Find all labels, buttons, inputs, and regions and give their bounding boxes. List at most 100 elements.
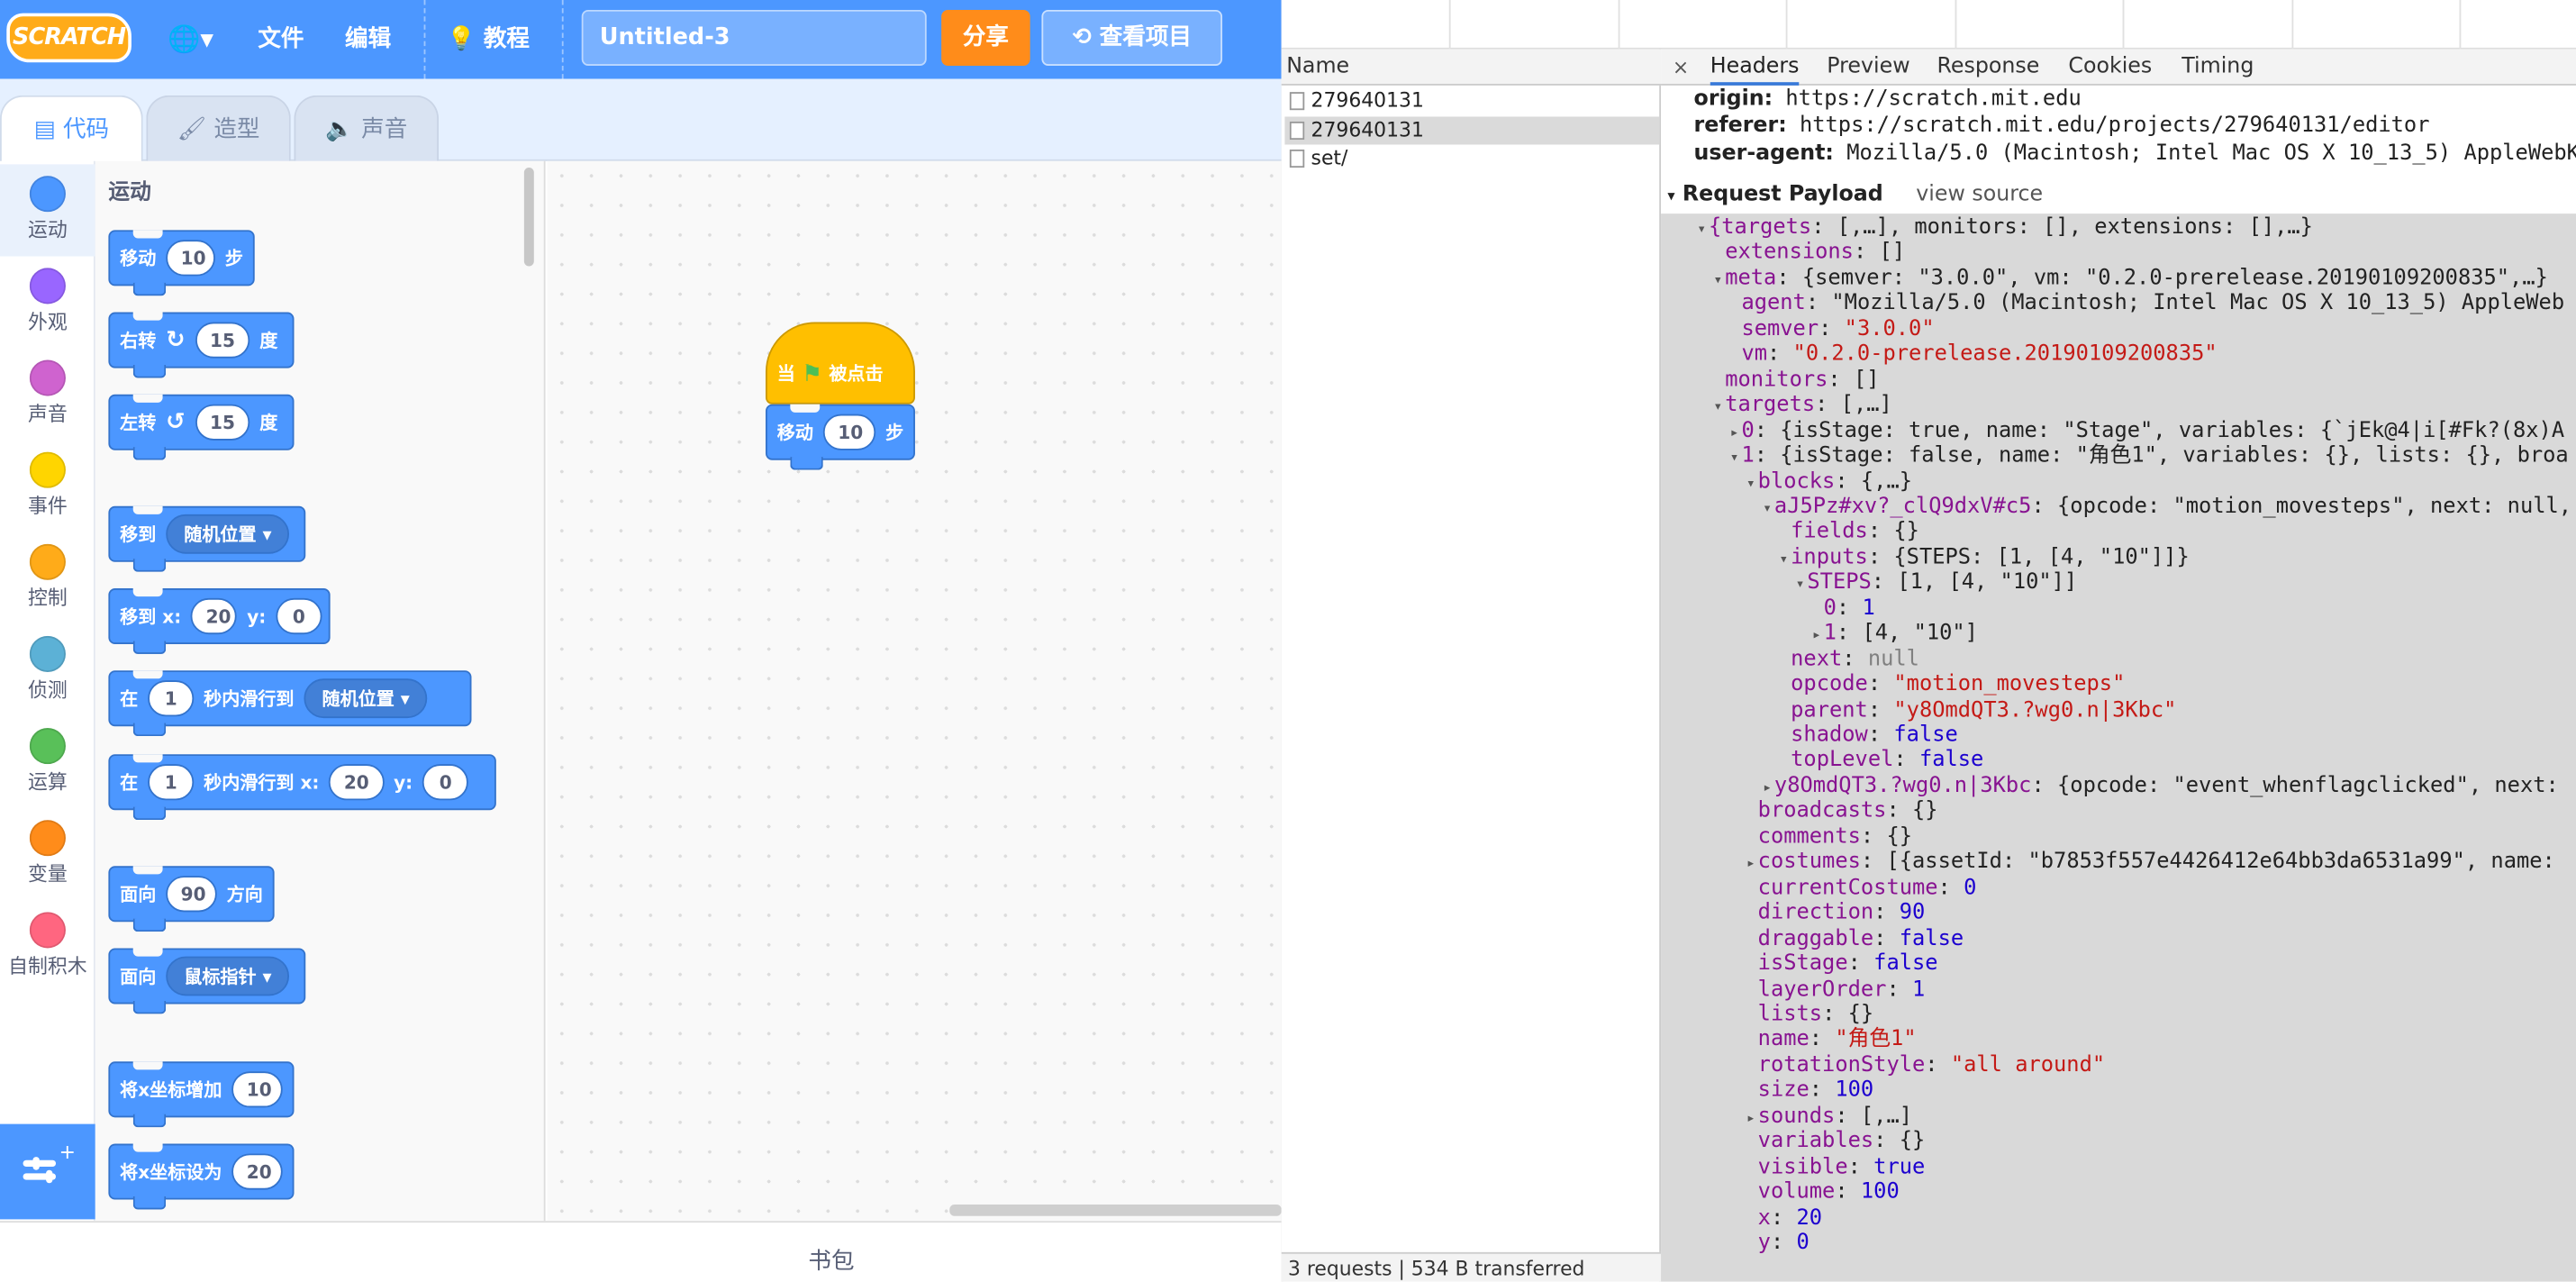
block-text: 当 [776,363,795,385]
tab-costumes[interactable]: 🖌 造型 [146,95,291,161]
category-0[interactable]: 运动 [0,164,95,257]
category-7[interactable]: 变量 [0,808,95,900]
block-set-x[interactable]: 将x坐标设为 20 [108,1143,295,1210]
go-to-target-dropdown[interactable]: 随机位置 ▾ [166,514,290,554]
payload-line[interactable]: ▸ 1: [4, "10"] [1812,622,1978,650]
payload-value: false [1918,748,1984,774]
request-row[interactable]: 279640131 [1284,115,1660,144]
tab-sounds[interactable]: 🔈 声音 [294,95,440,161]
payload-line: opcode: "motion_movesteps" [1779,672,2125,697]
point-towards-dropdown[interactable]: 鼠标指针 ▾ [166,956,290,996]
script-move-steps-block[interactable]: 移动 10 步 [765,404,915,470]
payload-line[interactable]: ▾ blocks: {,…} [1746,469,1912,498]
tutorial-menu[interactable]: 💡 教程 [447,23,530,56]
category-3[interactable]: 事件 [0,441,95,532]
payload-line[interactable]: ▸ costumes: [{assetId: "b7853f557e4426412… [1746,850,2555,878]
category-4[interactable]: 控制 [0,532,95,624]
request-name: 279640131 [1311,117,1424,141]
payload-key: opcode [1791,672,1868,697]
steps-input[interactable]: 10 [166,240,215,277]
category-6[interactable]: 运算 [0,716,95,808]
category-5[interactable]: 侦测 [0,624,95,716]
payload-line[interactable]: ▾ meta: {semver: "3.0.0", vm: "0.2.0-prer… [1713,266,2547,295]
category-8[interactable]: 自制积木 [0,901,95,993]
payload-text: vm: "0.2.0-prerelease.20190109200835" [1741,341,2218,368]
payload-line[interactable]: ▾ 1: {isStage: false, name: "角色1", variab… [1730,444,2569,473]
degrees-input[interactable]: 15 [195,322,250,359]
header-value: https://scratch.mit.edu [1785,86,2082,113]
name-column-header[interactable]: Name [1281,49,1662,86]
block-change-x[interactable]: 将x坐标增加 10 [108,1061,295,1128]
y-input[interactable]: 0 [276,597,322,635]
tab-code[interactable]: ▤ 代码 [0,95,143,163]
detail-tab-cookies[interactable]: Cookies [2068,50,2152,86]
payload-value: {isStage: false, name: "角色1", variables:… [1780,443,2569,468]
change-x-input[interactable]: 10 [231,1071,283,1108]
payload-line[interactable]: ▾ STEPS: [1, [4, "10"]] [1796,570,2078,599]
glide-target-dropdown[interactable]: 随机位置 ▾ [304,678,428,719]
see-project-page-button[interactable]: ⟲ 查看项目 [1041,9,1223,66]
script-workspace[interactable] [547,160,1282,1222]
payload-text: STEPS: [1, [4, "10"]] [1807,570,2078,596]
block-go-to[interactable]: 移到 随机位置 ▾ [108,505,306,572]
category-color-dot [29,635,66,673]
category-1[interactable]: 外观 [0,257,95,349]
request-row[interactable]: set/ [1284,145,1659,173]
request-row[interactable]: 279640131 [1284,87,1659,115]
steps-input[interactable]: 10 [822,414,876,450]
payload-line[interactable]: ▸ sounds: [,…] [1746,1104,1912,1132]
block-point-in-direction[interactable]: 面向 90 方向 [108,866,275,932]
y-input[interactable]: 0 [422,764,469,801]
category-color-dot [29,359,66,396]
close-detail-icon[interactable]: × [1673,50,1689,86]
view-source-link[interactable]: view source [1916,182,2043,206]
set-x-input[interactable]: 20 [231,1153,283,1190]
when-flag-clicked-block[interactable]: 当 ⚑ 被点击 [765,322,915,405]
block-go-to-xy[interactable]: 移到 x: 20 y: 0 [108,587,331,654]
payload-key: broadcasts [1757,799,1887,824]
backpack-label[interactable]: 书包 [808,1244,854,1277]
payload-value: {} [1886,824,1913,850]
payload-text: blocks: {,…} [1757,468,1913,495]
category-label: 外观 [27,310,68,334]
seconds-input[interactable]: 1 [148,680,195,717]
block-glide-to[interactable]: 在 1 秒内滑行到 随机位置 ▾ [108,670,472,737]
detail-tab-preview[interactable]: Preview [1827,50,1909,86]
file-menu[interactable]: 文件 [258,23,304,56]
payload-text: next: null [1791,647,1919,672]
expanded-triangle-icon: ▾ [1697,222,1707,239]
x-input[interactable]: 20 [191,597,238,635]
payload-key: 0 [1823,596,1837,622]
block-turn-right[interactable]: 右转 ↻ 15 度 [108,312,295,378]
detail-tab-timing[interactable]: Timing [2181,50,2254,86]
degrees-input[interactable]: 15 [195,404,250,441]
seconds-input[interactable]: 1 [148,764,195,801]
add-extension-button[interactable]: + [0,1123,95,1220]
share-button[interactable]: 分享 [941,9,1030,66]
payload-line[interactable]: ▸ 0: {isStage: true, name: "Stage", varia… [1730,418,2564,447]
payload-line[interactable]: ▾ targets: [,…] [1713,393,1891,422]
request-payload-section[interactable]: ▾ Request Payload view source [1667,179,2576,212]
detail-tab-headers[interactable]: Headers [1710,50,1800,86]
payload-line[interactable]: ▾ {targets: [,…], monitors: [], extension… [1697,215,2313,244]
category-2[interactable]: 声音 [0,349,95,441]
payload-line: next: null [1779,647,1919,672]
backpack-bar[interactable] [0,1221,1282,1282]
scratch-logo[interactable]: SCRATCH [6,13,132,63]
block-move-steps[interactable]: 移动 10 步 [108,230,255,296]
project-title-input[interactable]: Untitled-3 [581,9,927,66]
payload-text: isStage: false [1757,951,1938,977]
palette-scrollbar[interactable] [523,168,534,267]
block-point-towards[interactable]: 面向 鼠标指针 ▾ [108,948,306,1014]
payload-line[interactable]: ▾ aJ5Pz#xv?_clQ9dxV#c5: {opcode: "motion_… [1763,495,2571,523]
payload-line[interactable]: ▾ inputs: {STEPS: [1, [4, "10"]]} [1779,545,2189,574]
block-glide-to-xy[interactable]: 在 1 秒内滑行到 x: 20 y: 0 [108,754,496,821]
language-globe-icon[interactable]: 🌐▾ [168,23,213,56]
payload-line[interactable]: ▸ y8OmdQT3.?wg0.n|3Kbc: {opcode: "event_w… [1763,774,2559,803]
block-turn-left[interactable]: 左转 ↺ 15 度 [108,394,295,460]
workspace-horizontal-scrollbar[interactable] [949,1204,1282,1216]
direction-input[interactable]: 90 [166,876,217,913]
detail-tab-response[interactable]: Response [1937,50,2039,86]
x-input[interactable]: 20 [329,764,385,801]
edit-menu[interactable]: 编辑 [345,23,391,56]
